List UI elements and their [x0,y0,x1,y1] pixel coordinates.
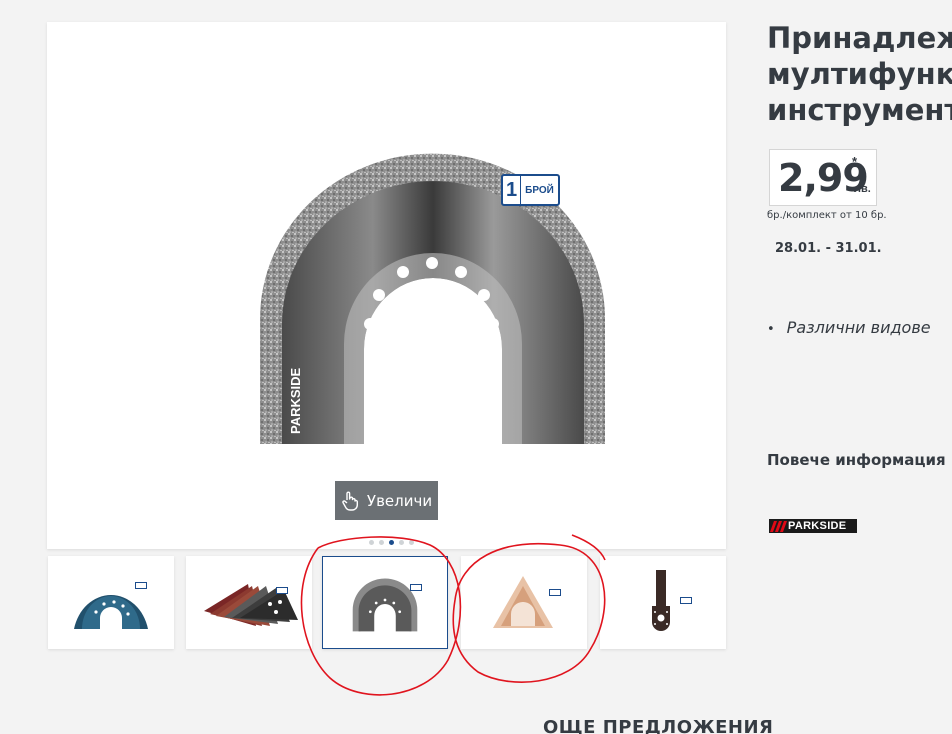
product-title-line: инструмент [767,93,952,127]
feature-list-item: • Различни видове [767,318,931,337]
thumbnail-sanding-sheets[interactable] [186,556,312,649]
carousel-dot-active[interactable] [389,540,394,545]
blade-brand-text: PARKSIDE [288,367,303,434]
thumbnail-quantity-badge [680,597,692,604]
product-page: PARKSIDE 1 БРОЙ Увеличи Принадлеж мултиф… [0,0,952,734]
thumbnail-quantity-badge [276,587,288,594]
delta-pad-thumb-image [493,576,553,628]
product-title: Принадлежн мултифункци инструмент [767,20,952,128]
thumbnail-plunge-cut-blade[interactable] [600,556,726,649]
thumbnail-quantity-badge [135,582,147,589]
product-title-line: мултифункци [767,57,952,91]
carbide-blade-thumb-image [352,578,418,632]
thumbnail-delta-sanding-pad[interactable] [461,556,587,649]
price-unit-note: бр./комплект от 10 бр. [767,210,887,221]
hand-pointer-icon [342,491,358,511]
thumbnail-carbide-rasp-blade[interactable] [322,556,448,649]
carousel-dot[interactable] [379,540,384,545]
sanding-sheets-thumb-image [204,584,298,626]
round-blade-thumb-image [74,595,148,629]
carousel-dot[interactable] [369,540,374,545]
quantity-badge-unit: БРОЙ [525,184,554,196]
brand-stripes-icon [769,520,788,532]
thumbnail-quantity-badge [410,584,422,591]
zoom-button[interactable]: Увеличи [335,481,438,520]
plunge-blade-thumb-image [652,570,670,631]
zoom-button-label: Увеличи [366,491,433,510]
price-box: 2,99 * лв. [769,149,877,206]
brand-logo-text: PARKSIDE [788,520,847,532]
price-asterisk: * [852,154,858,169]
quantity-badge: 1 БРОЙ [501,174,560,206]
quantity-badge-count: 1 [503,176,521,204]
carbide-blade-image: PARKSIDE [260,153,605,445]
bullet-icon: • [767,322,775,337]
price-currency: лв. [854,183,871,195]
carousel-dot[interactable] [399,540,404,545]
carousel-dot[interactable] [409,540,414,545]
feature-text: Различни видове [786,318,931,337]
thumbnail-quantity-badge [549,589,561,596]
more-offers-heading: ОЩЕ ПРЕДЛОЖЕНИЯ [543,717,774,734]
offer-dates: 28.01. - 31.01. [775,241,882,256]
thumbnail-round-blue-blade[interactable] [48,556,174,649]
more-info-link[interactable]: Повече информация [767,451,946,469]
carousel-dots [369,540,414,545]
product-image-gallery[interactable]: PARKSIDE 1 БРОЙ Увеличи [47,22,726,549]
parkside-logo[interactable]: PARKSIDE [769,519,857,533]
product-title-line: Принадлежн [767,21,952,55]
